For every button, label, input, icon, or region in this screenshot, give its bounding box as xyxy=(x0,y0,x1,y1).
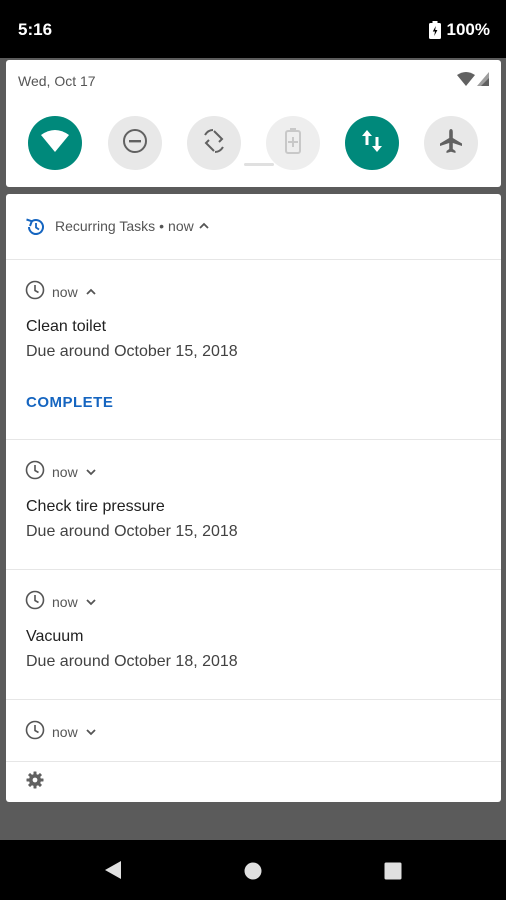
battery-percent: 100% xyxy=(446,20,490,39)
notification-header: now xyxy=(25,460,97,483)
airplane-icon xyxy=(438,128,464,159)
group-header[interactable]: Recurring Tasks • now xyxy=(6,194,501,260)
chevron-up-icon[interactable] xyxy=(198,218,210,234)
qs-signal-indicators xyxy=(457,72,489,91)
recents-button-icon[interactable] xyxy=(384,862,402,885)
clock-icon xyxy=(25,590,45,613)
separator-dot: • xyxy=(159,218,165,234)
notification-subtitle: Due around October 18, 2018 xyxy=(26,653,238,670)
clock-icon xyxy=(25,460,45,483)
notification-title: Vacuum xyxy=(26,628,84,645)
notification-header: now xyxy=(25,590,97,613)
battery-icon xyxy=(428,21,441,39)
notification-item[interactable]: now xyxy=(6,700,501,762)
group-time: now xyxy=(168,218,194,234)
notification-title: Check tire pressure xyxy=(26,498,165,515)
battery-saver-icon xyxy=(285,127,301,159)
group-header-line: Recurring Tasks • now xyxy=(55,218,210,234)
status-time: 5:16 xyxy=(18,20,53,39)
recurring-tasks-app-icon xyxy=(25,216,47,243)
chevron-down-icon[interactable] xyxy=(85,724,97,740)
complete-button[interactable]: COMPLETE xyxy=(26,394,113,411)
notification-subtitle: Due around October 15, 2018 xyxy=(26,523,238,540)
battery-saver-tile[interactable] xyxy=(266,116,320,170)
back-button-icon[interactable] xyxy=(104,860,122,885)
do-not-disturb-icon xyxy=(122,128,148,159)
clock-icon xyxy=(25,280,45,303)
home-button-icon[interactable] xyxy=(244,862,262,885)
notification-item[interactable]: now Vacuum Due around October 18, 2018 xyxy=(6,570,501,700)
do-not-disturb-tile[interactable] xyxy=(108,116,162,170)
chevron-down-icon[interactable] xyxy=(85,594,97,610)
notification-item[interactable]: now Clean toilet Due around October 15, … xyxy=(6,260,501,440)
gear-icon[interactable] xyxy=(26,771,44,794)
navigation-bar xyxy=(0,840,506,900)
notification-time: now xyxy=(52,723,78,740)
mobile-data-tile[interactable] xyxy=(345,116,399,170)
notification-subtitle: Due around October 15, 2018 xyxy=(26,343,238,360)
notification-header: now xyxy=(25,720,97,743)
wifi-signal-icon xyxy=(457,72,475,91)
mobile-data-icon xyxy=(361,128,383,159)
auto-rotate-tile[interactable] xyxy=(187,116,241,170)
wifi-icon xyxy=(40,129,70,158)
notification-group-card: Recurring Tasks • now now Clean toilet D… xyxy=(6,194,501,802)
cell-signal-icon xyxy=(477,72,489,91)
auto-rotate-icon xyxy=(201,128,227,159)
clock-icon xyxy=(25,720,45,743)
notification-settings-row xyxy=(6,762,501,802)
app-name: Recurring Tasks xyxy=(55,218,156,234)
chevron-up-icon[interactable] xyxy=(85,284,97,300)
quick-settings-panel: Wed, Oct 17 xyxy=(6,60,501,187)
wifi-tile[interactable] xyxy=(28,116,82,170)
notification-item[interactable]: now Check tire pressure Due around Octob… xyxy=(6,440,501,570)
notification-header: now xyxy=(25,280,97,303)
airplane-mode-tile[interactable] xyxy=(424,116,478,170)
notification-time: now xyxy=(52,283,78,300)
notification-title: Clean toilet xyxy=(26,318,107,335)
qs-date: Wed, Oct 17 xyxy=(18,73,96,89)
chevron-down-icon[interactable] xyxy=(85,464,97,480)
notification-time: now xyxy=(52,463,78,480)
qs-drag-handle[interactable] xyxy=(244,163,274,166)
status-bar: 5:16 100% xyxy=(0,0,506,58)
status-right: 100% xyxy=(428,20,490,40)
notification-time: now xyxy=(52,593,78,610)
